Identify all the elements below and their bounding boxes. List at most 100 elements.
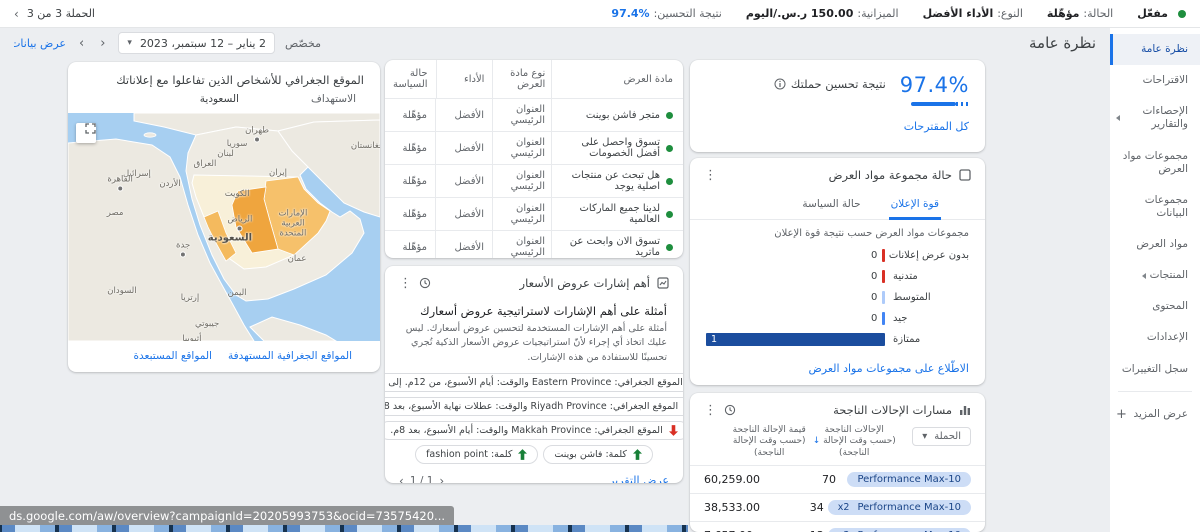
conversion-paths-header: مسارات الإحالات الناجحة ⋮ [690, 393, 985, 425]
performance-cell: الأفضل [435, 99, 492, 131]
campaign-status: مفعّل [1137, 7, 1186, 20]
view-report-link[interactable]: عرض التقرير [609, 474, 669, 483]
prev-page-chevron-icon[interactable]: ‹ [399, 474, 404, 483]
excluded-locations-link[interactable]: المواقع المستبعدة [134, 350, 212, 362]
asset-type-cell: العنوان الرئيسي [492, 99, 552, 131]
campaign-filter-select[interactable]: الحملة ▾ [912, 427, 971, 446]
view-asset-groups-link[interactable]: الاطّلاع على مجموعات مواد العرض [690, 350, 985, 375]
optimization-value[interactable]: 97.4% [611, 7, 649, 20]
sidebar-item[interactable]: مواد العرض [1110, 229, 1200, 260]
geo-map[interactable]: طهران سوريا لبنان العراق إيران إسرائيل ا… [68, 113, 380, 341]
asset-table-row: هل تبحث عن منتجات اصلية يوجد العنوان الر… [385, 165, 683, 198]
campaign-path-chip[interactable]: x2 Performance Max-10 [827, 499, 971, 515]
clock-icon[interactable] [419, 277, 431, 289]
asset-type-column-header: نوع مادة العرض [492, 60, 553, 98]
sort-descending-icon[interactable]: ↓ [813, 436, 821, 446]
enabled-dot-icon [1178, 9, 1186, 18]
sidebar-item[interactable]: سجل التغييرات [1110, 354, 1200, 385]
optimization-group: نتيجة التحسين: 97.4% [611, 7, 721, 20]
enabled-dot-icon [666, 111, 673, 119]
asset-group-icon [959, 169, 971, 181]
sidebar-item[interactable]: مجموعات البيانات [1110, 185, 1200, 229]
show-other-data-link[interactable]: عرض بيانات أخرى [14, 37, 66, 50]
kebab-menu-icon[interactable]: ⋮ [399, 277, 412, 290]
trend-arrow-icon [632, 448, 642, 460]
sidebar-items: نظرة عامة الاقتراحات الإحصاءات والتقارير… [1110, 34, 1200, 385]
path-chip-cell: x3 Performance Max-10 [827, 527, 971, 532]
asset-group-tab[interactable]: قوة الإعلان [888, 192, 941, 220]
bid-signals-heading: أمثلة على أهم الإشارات لاستراتيجية عروض … [420, 304, 667, 318]
bid-signals-footer: عرض التقرير ‹ 1 / 1 › [385, 464, 683, 483]
asset-text: هل تبحث عن منتجات اصلية يوجد [571, 170, 660, 192]
campaign-pager-label: الحملة 3 من 3 [26, 7, 95, 20]
sidebar-item[interactable]: الاقتراحات [1110, 65, 1200, 96]
date-next-chevron-icon[interactable]: › [76, 36, 87, 51]
geo-map-card: الموقع الجغرافي للأشخاص الذين تفاعلوا مع… [68, 62, 380, 372]
sidebar-item[interactable]: مجموعات مواد العرض [1110, 141, 1200, 185]
optimization-value-col: 97.4% كل المقترحات [900, 73, 969, 133]
bid-signals-description: أمثلة على أهم الإشارات المستخدمة لتحسين … [405, 323, 667, 363]
campaign-path-chip[interactable]: x3 Performance Max-10 [827, 527, 971, 532]
asset-text: تسوق الان وابحث عن ماتريد [569, 236, 660, 258]
bar-value: 0 [870, 313, 878, 324]
sidebar-show-more[interactable]: عرض المزيد + [1110, 398, 1200, 431]
sidebar-item[interactable]: المنتجات [1110, 260, 1200, 291]
value-header-line2: (حسب وقت الإحالة [732, 436, 806, 447]
enabled-dot-icon [666, 210, 673, 218]
state-label: الحالة: [1083, 7, 1114, 20]
budget-label: الميزانية: [857, 7, 899, 20]
sidebar-item[interactable]: نظرة عامة [1110, 34, 1200, 66]
next-campaign-chevron-icon[interactable]: › [14, 7, 19, 21]
sidebar-item[interactable]: الإعدادات [1110, 322, 1200, 353]
optimization-progress-bar [911, 102, 969, 106]
signal-chip-text: كلمة: fashion point [426, 448, 513, 460]
ad-strength-bar-chart: بدون عرض إعلانات 0 0 متدنية 0 [690, 243, 985, 350]
campaign-filter-label: الحملة [934, 431, 961, 442]
asset-group-tab[interactable]: حالة السياسة [800, 192, 862, 219]
targeted-locations-link[interactable]: المواقع الجغرافية المستهدفة [228, 350, 352, 362]
asset-cell: تسوق الان وابحث عن ماتريد [552, 231, 683, 258]
conversion-value-cell: 60,259.00 [704, 472, 760, 486]
conversions-header-line3: الناجحة) [839, 447, 870, 458]
campaign-status-bar: مفعّل الحالة: مؤهّلة النوع: الأداء الأفض… [0, 0, 1200, 28]
signal-chip-text: الموقع الجغرافي: Eastern Province والوقت… [385, 376, 683, 388]
sidebar-item[interactable]: الإحصاءات والتقارير [1110, 96, 1200, 140]
asset-table-row: لدينا جميع الماركات العالمية العنوان الر… [385, 198, 683, 231]
fullscreen-icon [85, 123, 96, 134]
targeting-label: الاستهداف [310, 93, 356, 105]
bid-signals-header: أهم إشارات عروض الأسعار ⋮ [385, 266, 683, 298]
taskbar-strip[interactable] [0, 525, 688, 532]
policy-cell: مؤهّلة [402, 208, 427, 220]
path-chip-cell: Performance Max-10 [840, 471, 971, 487]
map-fullscreen-button[interactable] [76, 123, 96, 143]
optimization-title: نتيجة تحسين حملتك [774, 77, 886, 91]
bar-track: 1 1 [706, 333, 885, 346]
conversions-header-line2: (حسب وقت الإحالة [823, 436, 896, 447]
date-prev-chevron-icon[interactable]: ‹ [97, 36, 108, 51]
asset-group-tabs: قوة الإعلان حالة السياسة [690, 190, 985, 220]
asset-cell: تسوق واحصل على أفضل الخصومات [552, 132, 683, 164]
asset-type-cell: العنوان الرئيسي [492, 132, 552, 164]
kebab-menu-icon[interactable]: ⋮ [704, 404, 717, 417]
signal-chip: كلمة: fashion point [415, 444, 539, 464]
sidebar-item[interactable]: المحتوى [1110, 291, 1200, 322]
clock-icon[interactable] [724, 404, 736, 416]
all-suggestions-link[interactable]: كل المقترحات [904, 120, 969, 133]
trend-arrow-icon [518, 448, 528, 460]
ad-strength-bar-row: ممتازة 1 1 [706, 329, 969, 350]
bar: 0 [882, 312, 885, 325]
expand-arrow-icon [1116, 115, 1120, 122]
bar-track: 0 0 [706, 291, 885, 304]
kebab-menu-icon[interactable]: ⋮ [704, 169, 717, 182]
bar-category-label: جيد [893, 313, 908, 324]
date-range-picker[interactable]: 2 يناير – 12 سبتمبر، 2023 ▾ [118, 32, 275, 54]
asset-table-row: تسوق الان وابحث عن ماتريد العنوان الرئيس… [385, 231, 683, 258]
info-icon[interactable] [774, 78, 786, 90]
next-page-chevron-icon[interactable]: › [439, 474, 444, 483]
plus-icon: + [1116, 406, 1127, 422]
signal-chip-text: الموقع الجغرافي: Makkah Province والوقت:… [390, 424, 663, 436]
bar-track: 0 0 [706, 249, 885, 262]
asset-table-row: متجر فاشن بوينت العنوان الرئيسي الأفضل م… [385, 99, 683, 132]
campaign-path-chip[interactable]: Performance Max-10 [847, 471, 971, 487]
state-value: مؤهّلة [1046, 7, 1080, 20]
